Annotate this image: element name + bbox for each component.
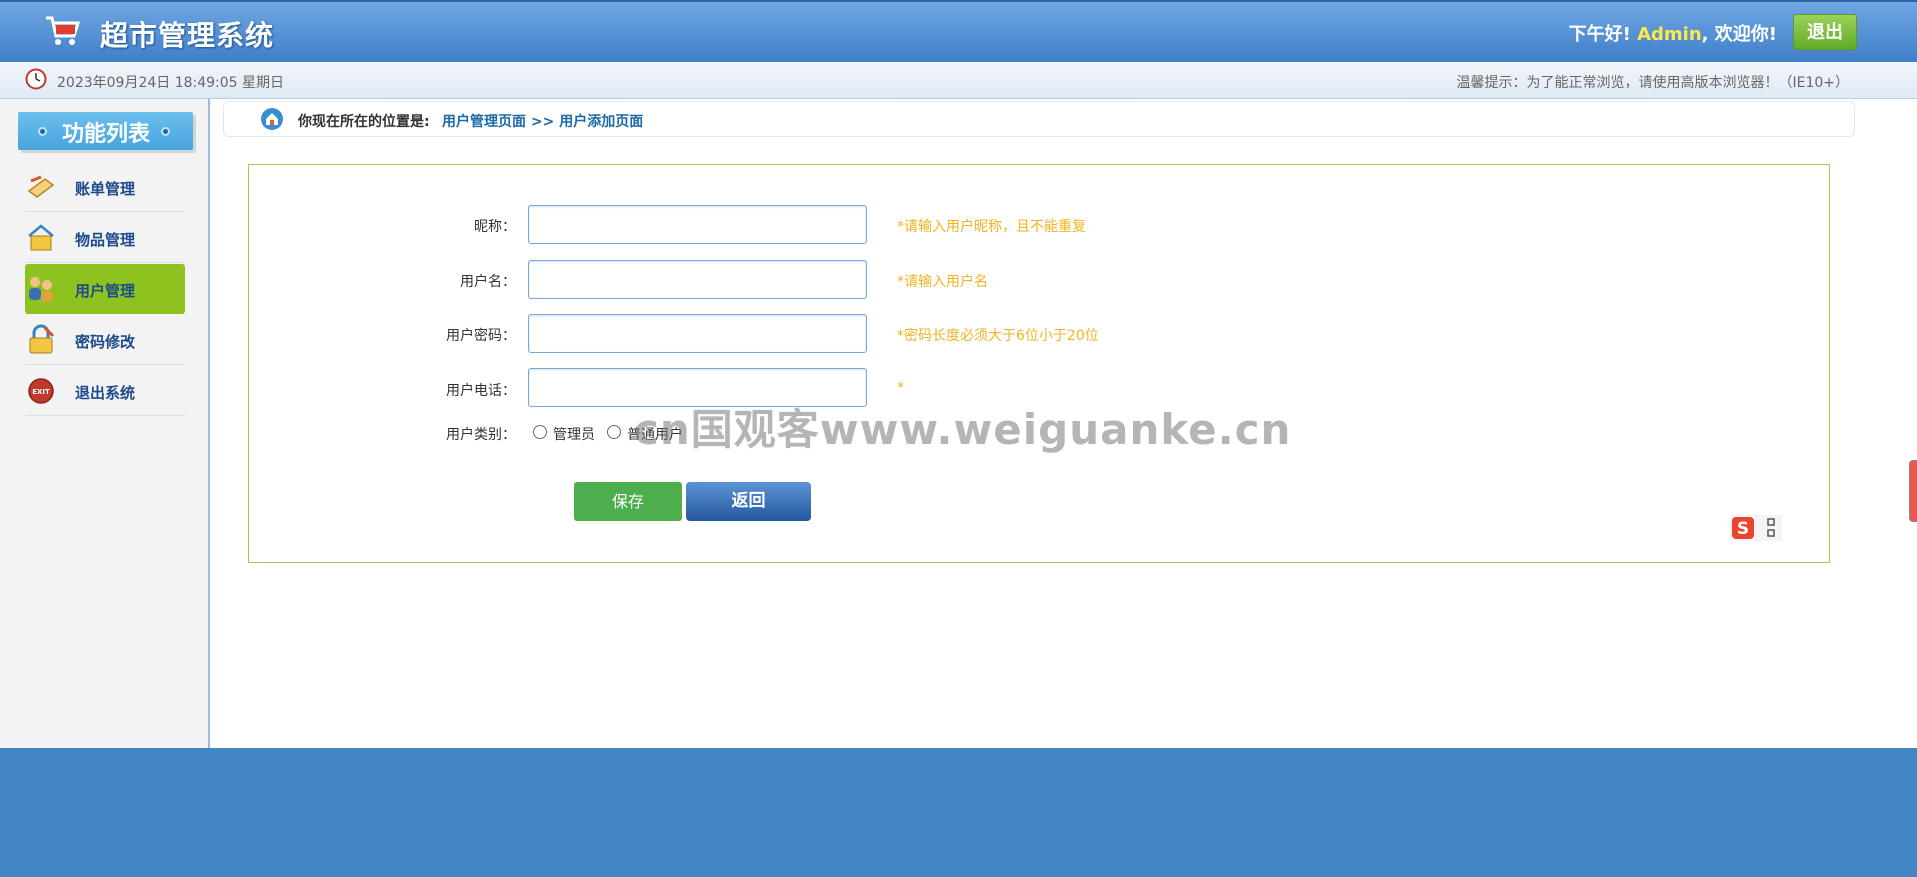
save-button[interactable]: 保存 <box>574 482 682 521</box>
current-user: Admin <box>1637 24 1702 45</box>
username-input[interactable] <box>528 260 867 299</box>
breadcrumb-path[interactable]: 用户管理页面 >> 用户添加页面 <box>442 111 643 131</box>
exit-icon: EXIT <box>28 378 54 404</box>
back-button[interactable]: 返回 <box>686 482 811 521</box>
bullet-icon <box>38 127 47 136</box>
sidebar-item-label: 物品管理 <box>75 231 136 249</box>
menu-heading: 功能列表 <box>18 112 193 150</box>
users-icon <box>29 277 53 302</box>
sidebar-item-label: 退出系统 <box>75 384 136 402</box>
browser-tip: 温馨提示：为了能正常浏览，请使用高版本浏览器！（IE10+） <box>1456 75 1849 91</box>
input-method-icon[interactable]: S <box>1730 515 1782 541</box>
role-admin-label: 管理员 <box>553 427 595 443</box>
username-hint: *请输入用户名 <box>897 274 988 290</box>
bullet-icon <box>161 127 170 136</box>
role-label: 用户类别： <box>446 427 516 443</box>
role-admin-radio[interactable] <box>533 425 547 439</box>
logout-button[interactable]: 退出 <box>1793 14 1857 50</box>
goods-icon <box>28 224 54 251</box>
lock-icon <box>29 324 55 354</box>
sidebar-item-label: 账单管理 <box>75 180 136 198</box>
nickname-input[interactable] <box>528 205 867 244</box>
footer <box>0 748 1917 877</box>
phone-hint: * <box>897 380 904 396</box>
nickname-hint: *请输入用户昵称，且不能重复 <box>897 219 1086 235</box>
greeting-prefix: 下午好! <box>1568 24 1631 45</box>
side-float-tab[interactable] <box>1909 460 1917 522</box>
current-datetime: 2023年09月24日 18:49:05 星期日 <box>57 75 285 91</box>
sidebar-item-label: 用户管理 <box>75 282 136 300</box>
home-icon <box>261 108 283 130</box>
password-label: 用户密码： <box>446 328 516 344</box>
breadcrumb-prefix: 你现在所在的位置是: <box>298 114 430 130</box>
phone-label: 用户电话： <box>446 383 516 399</box>
sidebar-item-label: 密码修改 <box>75 333 136 351</box>
sidebar-item-bills[interactable]: 账单管理 <box>25 162 185 212</box>
greeting: 下午好! Admin, 欢迎你! <box>1569 20 1777 46</box>
svg-text:EXIT: EXIT <box>32 388 50 396</box>
username-label: 用户名： <box>460 274 516 290</box>
sidebar-item-goods[interactable]: 物品管理 <box>25 213 185 263</box>
watermark: cn国观客www.weiguanke.cn <box>634 405 1292 454</box>
sidebar-item-exit[interactable]: EXIT 退出系统 <box>25 366 185 416</box>
password-input[interactable] <box>528 314 867 353</box>
sidebar-item-users[interactable]: 用户管理 <box>25 264 185 314</box>
svg-text:S: S <box>1737 519 1749 539</box>
role-normal-radio[interactable] <box>607 425 621 439</box>
menu-heading-label: 功能列表 <box>62 122 151 147</box>
clock-icon <box>25 68 47 90</box>
greeting-suffix: , 欢迎你! <box>1701 24 1777 45</box>
password-hint: *密码长度必须大于6位小于20位 <box>897 328 1099 344</box>
app-title: 超市管理系统 <box>100 19 275 52</box>
nickname-label: 昵称： <box>474 219 516 235</box>
bill-icon <box>27 175 55 198</box>
sidebar-item-password[interactable]: 密码修改 <box>25 315 185 365</box>
cart-icon <box>46 16 81 45</box>
